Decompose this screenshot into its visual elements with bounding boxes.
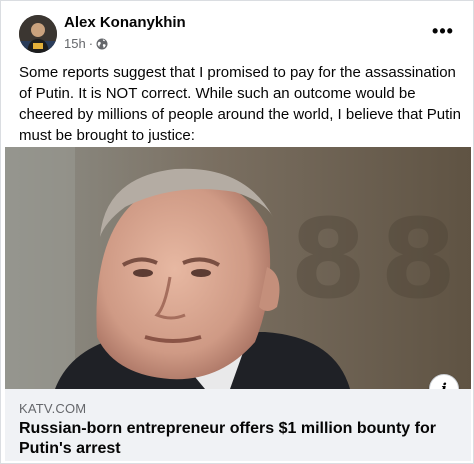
post-text: Some reports suggest that I promised to … <box>19 64 461 144</box>
meta-separator: · <box>88 36 94 51</box>
link-preview-image[interactable]: 8 8 <box>5 147 471 389</box>
globe-icon[interactable] <box>96 38 108 50</box>
author-name[interactable]: Alex Konanykhin <box>64 14 186 31</box>
link-domain: KATV.COM <box>19 401 87 416</box>
link-title[interactable]: Russian-born entrepreneur offers $1 mill… <box>19 419 459 459</box>
svg-text:8: 8 <box>380 195 457 323</box>
facebook-post: Alex Konanykhin 15h · ••• Some reports s… <box>0 0 474 464</box>
post-header: Alex Konanykhin 15h · ••• <box>1 1 474 61</box>
post-timestamp[interactable]: 15h <box>64 36 86 51</box>
link-preview-info[interactable]: KATV.COM Russian-born entrepreneur offer… <box>5 389 471 461</box>
more-options-icon[interactable]: ••• <box>431 19 455 43</box>
link-preview-card[interactable]: 8 8 i KATV.COM Russian-born entrepreneur… <box>5 147 471 461</box>
author-avatar[interactable] <box>19 15 57 53</box>
post-meta: 15h · <box>64 36 108 51</box>
svg-text:8: 8 <box>290 195 367 323</box>
